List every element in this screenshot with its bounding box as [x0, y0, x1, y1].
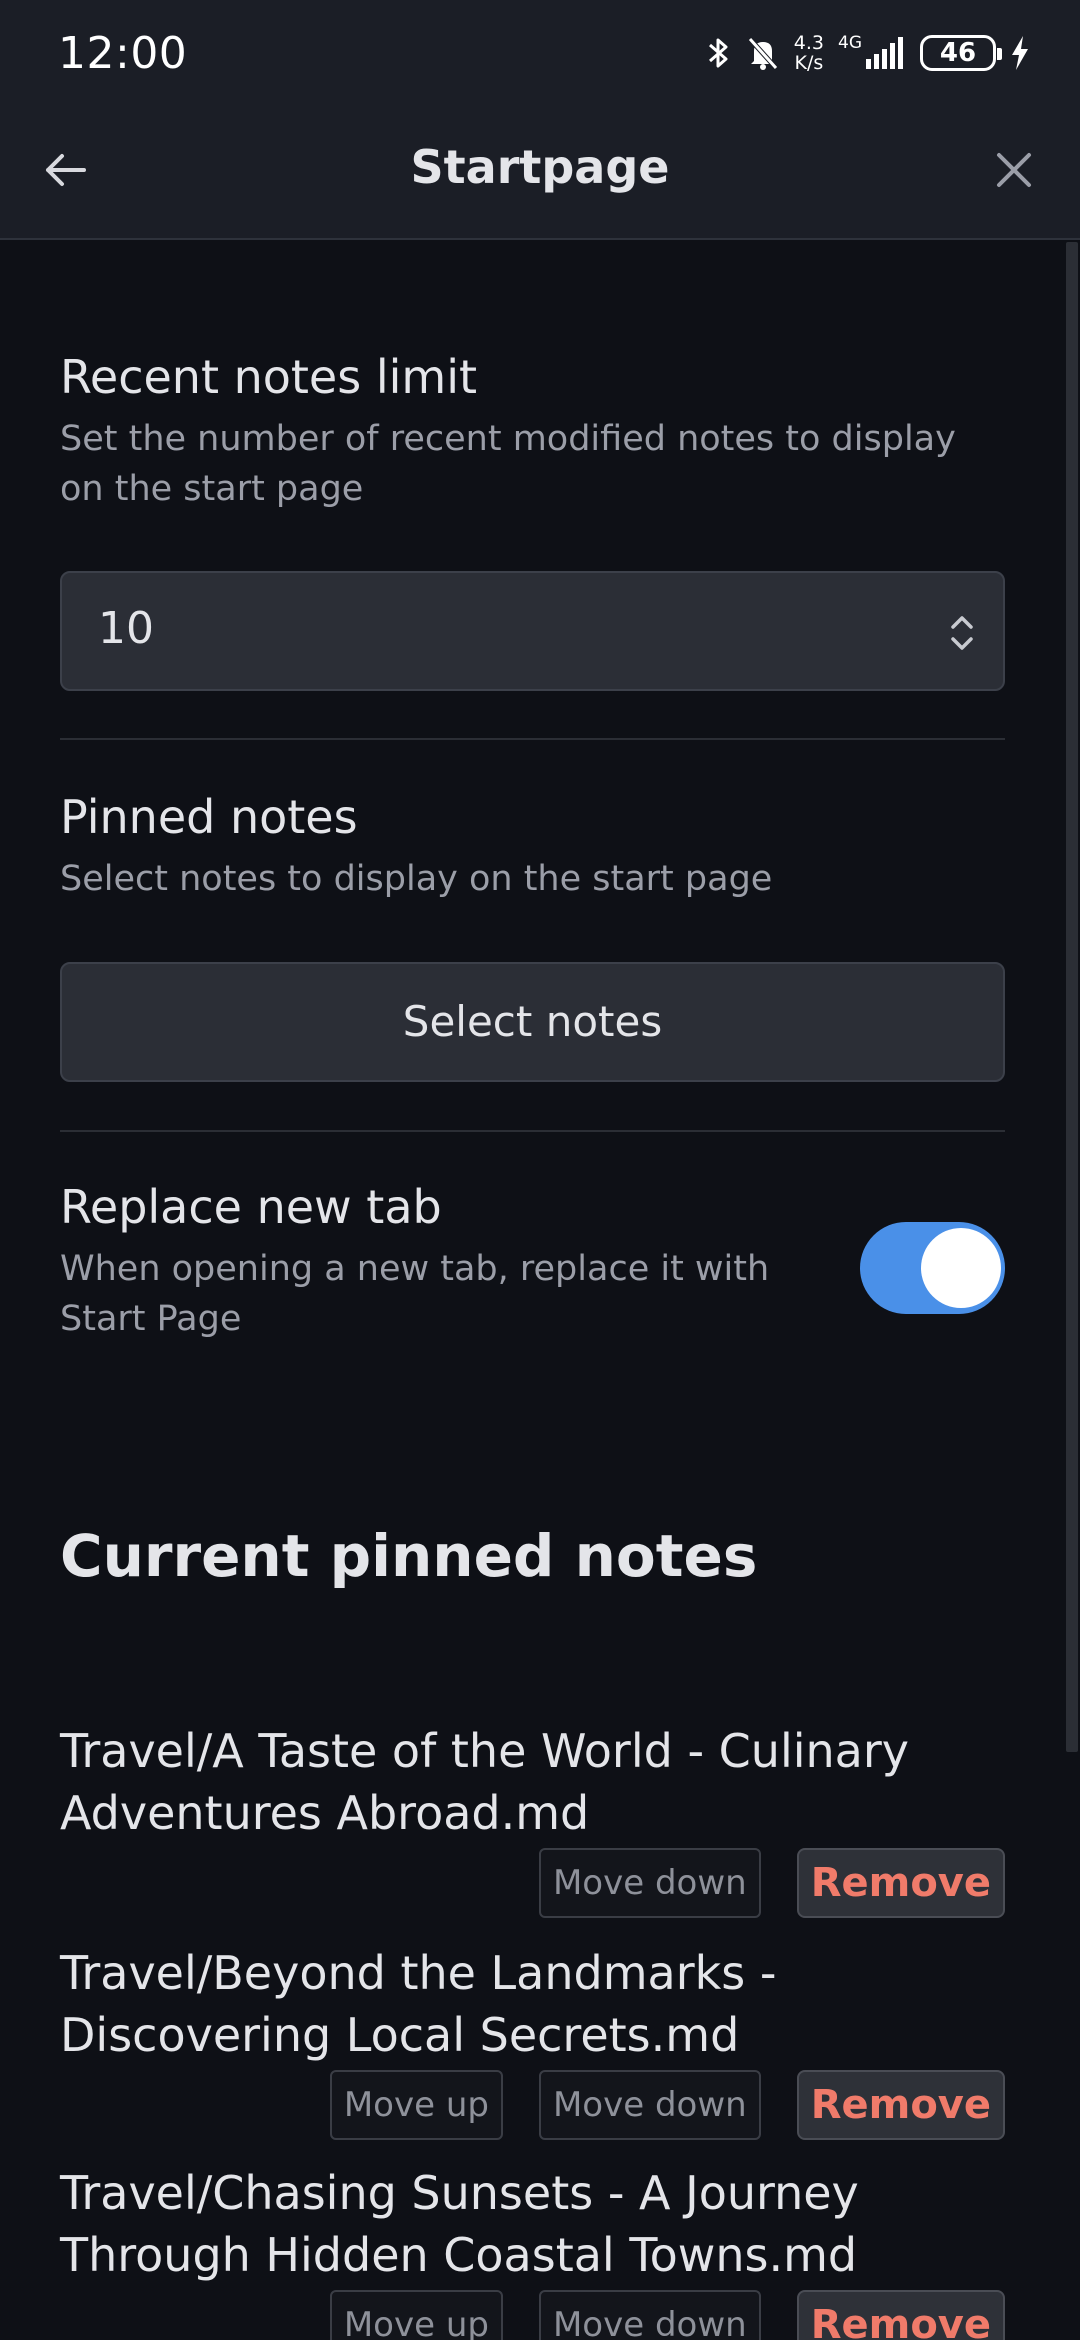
remove-button[interactable]: Remove — [796, 1848, 1005, 1918]
setting-description: Select notes to display on the start pag… — [60, 859, 773, 899]
app-header: Startpage — [0, 110, 1080, 240]
pinned-note-title: Travel/Beyond the Landmarks - Discoverin… — [60, 1946, 777, 2062]
setting-pinned-notes: Pinned notes Select notes to display on … — [60, 790, 1005, 904]
status-icons: 4.3 K/s 4G 46 — [706, 30, 1030, 76]
pinned-note-item: Travel/A Taste of the World - Culinary A… — [60, 1720, 1005, 1918]
toggle-knob — [921, 1228, 1001, 1308]
pinned-note-title: Travel/Chasing Sunsets - A Journey Throu… — [60, 2166, 859, 2282]
status-time: 12:00 — [58, 28, 188, 79]
pinned-note-actions: Move up Move down Remove — [329, 2290, 1005, 2340]
settings-content: Recent notes limit Set the number of rec… — [0, 242, 1066, 2340]
setting-recent-notes-limit: Recent notes limit Set the number of rec… — [60, 350, 1005, 514]
setting-name: Replace new tab — [60, 1180, 442, 1234]
net-speed-unit: K/s — [794, 52, 824, 74]
pinned-note-item: Travel/Chasing Sunsets - A Journey Throu… — [60, 2162, 1005, 2340]
net-speed: 4.3 K/s — [794, 33, 824, 73]
setting-description: Set the number of recent modified notes … — [60, 419, 956, 509]
pinned-note-title: Travel/A Taste of the World - Culinary A… — [60, 1724, 909, 1840]
divider — [60, 738, 1005, 740]
bluetooth-icon — [708, 38, 728, 68]
pinned-note-actions: Move down Remove — [538, 1848, 1005, 1918]
scrollbar-thumb[interactable] — [1066, 242, 1078, 1752]
move-up-button[interactable]: Move up — [329, 2070, 503, 2140]
close-icon[interactable] — [984, 140, 1044, 200]
pinned-note-item: Travel/Beyond the Landmarks - Discoverin… — [60, 1942, 1005, 2140]
net-speed-value: 4.3 — [793, 32, 824, 54]
network-type: 4G — [838, 33, 862, 53]
mute-icon — [747, 37, 778, 70]
pinned-notes-heading: Current pinned notes — [60, 1522, 758, 1590]
recent-notes-limit-select[interactable]: 10 — [60, 571, 1005, 691]
setting-name: Pinned notes — [60, 790, 358, 844]
remove-button[interactable]: Remove — [796, 2290, 1005, 2340]
page-title: Startpage — [410, 140, 670, 194]
remove-button[interactable]: Remove — [796, 2070, 1005, 2140]
move-down-button[interactable]: Move down — [538, 2070, 761, 2140]
status-bar: 12:00 4.3 K/s 4G 46 — [0, 0, 1080, 110]
charging-icon — [1012, 36, 1028, 70]
select-notes-button[interactable]: Select notes — [60, 962, 1005, 1082]
setting-name: Recent notes limit — [60, 350, 478, 404]
divider — [60, 1130, 1005, 1132]
signal-icon — [866, 37, 903, 69]
move-down-button[interactable]: Move down — [538, 2290, 761, 2340]
move-down-button[interactable]: Move down — [538, 1848, 761, 1918]
select-value: 10 — [98, 603, 154, 654]
setting-replace-new-tab: Replace new tab When opening a new tab, … — [60, 1180, 820, 1344]
move-up-button[interactable]: Move up — [329, 2290, 503, 2340]
replace-new-tab-toggle[interactable] — [860, 1222, 1005, 1314]
scrollbar[interactable] — [1066, 242, 1080, 2340]
setting-description: When opening a new tab, replace it with … — [60, 1249, 770, 1339]
battery-indicator: 46 — [920, 35, 1002, 71]
pinned-note-actions: Move up Move down Remove — [329, 2070, 1005, 2140]
chevron-up-down-icon — [951, 616, 973, 650]
